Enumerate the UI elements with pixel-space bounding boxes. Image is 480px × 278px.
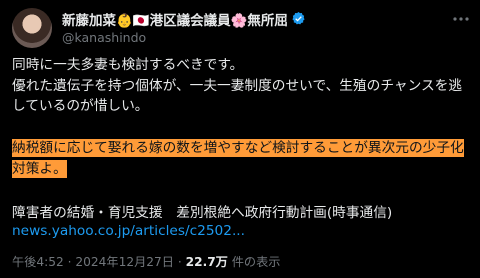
avatar[interactable] (12, 8, 52, 48)
author-names: 新藤加菜👶🇯🇵港区議会議員🌸無所屈 @kanashindo (62, 9, 306, 45)
meta-separator: · (177, 255, 182, 269)
post-date[interactable]: 2024年12月27日 (75, 255, 174, 269)
meta-separator: · (67, 255, 72, 269)
display-name[interactable]: 新藤加菜👶🇯🇵港区議会議員🌸無所屈 (62, 9, 288, 29)
post-text: 同時に一夫多妻も検討するべきです。 優れた遺伝子を持つ個体が、一夫一妻制度のせい… (12, 55, 472, 117)
post-line: 優れた遺伝子を持つ個体が、一夫一妻制度のせいで、生殖のチャンスを逃 (12, 77, 463, 94)
highlighted-line: 納税額に応じて娶れる嫁の数を増やすなど検討することが異次元の少子化 (12, 139, 464, 157)
highlighted-line: 対策よ。 (12, 159, 67, 178)
post-card: 新藤加菜👶🇯🇵港区議会議員🌸無所屈 @kanashindo 同時に一夫多妻も検討… (0, 0, 480, 278)
post-meta: 午後4:52 · 2024年12月27日 · 22.7万 件の表示 (12, 252, 281, 270)
post-line: しているのが惜しい。 (12, 98, 149, 114)
verified-badge-icon[interactable] (291, 11, 306, 26)
post-header: 新藤加菜👶🇯🇵港区議会議員🌸無所屈 @kanashindo (12, 8, 470, 48)
highlighted-text: 納税額に応じて娶れる嫁の数を増やすなど検討することが異次元の少子化 対策よ。 (12, 138, 472, 179)
article-link[interactable]: news.yahoo.co.jp/articles/c2502... (12, 223, 245, 239)
display-name-row: 新藤加菜👶🇯🇵港区議会議員🌸無所屈 (62, 9, 306, 29)
more-options-icon[interactable] (452, 12, 470, 26)
post-time[interactable]: 午後4:52 (12, 255, 64, 269)
user-handle[interactable]: @kanashindo (62, 30, 306, 45)
views-count[interactable]: 22.7万 (186, 255, 228, 269)
post-line: 同時に一夫多妻も検討するべきです。 (12, 57, 244, 73)
views-label: 件の表示 (231, 255, 281, 269)
news-title: 障害者の結婚・育児支援 差別根絶へ政府行動計画(時事通信) (12, 205, 393, 221)
